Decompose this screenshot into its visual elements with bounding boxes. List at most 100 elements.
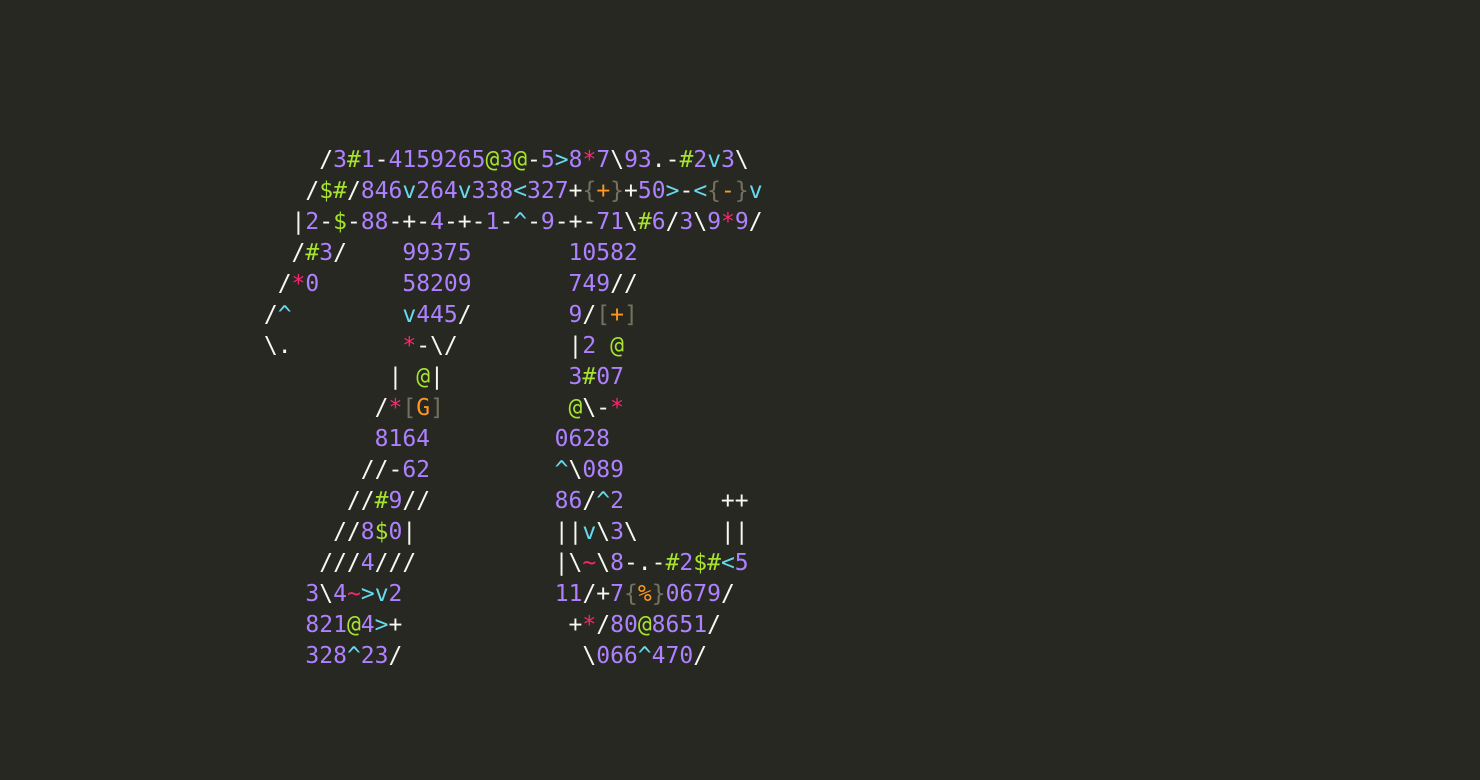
art-segment: \ (610, 147, 625, 173)
art-segment: | (568, 333, 583, 359)
art-segment: 9 (734, 209, 749, 235)
art-segment: 93 (624, 147, 652, 173)
art-segment: // (250, 519, 361, 545)
art-segment: ~ (346, 581, 361, 607)
art-segment: / (748, 209, 763, 235)
art-segment: + (402, 612, 583, 638)
art-segment: /// (250, 550, 361, 576)
art-segment: [ (402, 395, 417, 421)
art-segment: ] (623, 302, 638, 328)
art-segment: @ (513, 147, 528, 173)
art-segment: - (374, 147, 389, 173)
art-segment: 8 (610, 550, 624, 576)
art-segment: / (250, 178, 320, 204)
art-line: /3#1-4159265@3@-5>8*7\93.-#2v3\ (250, 145, 763, 176)
art-segment: -+- (388, 209, 431, 235)
art-segment: # (374, 488, 389, 514)
art-segment: - (721, 178, 735, 204)
art-segment: ^ (554, 457, 569, 483)
art-segment: 3 (721, 147, 735, 173)
art-segment: - (499, 209, 514, 235)
art-segment: 3 (319, 240, 334, 266)
art-segment: * (582, 612, 597, 638)
art-segment: v (582, 519, 597, 545)
art-segment: | (388, 364, 417, 390)
art-segment: * (610, 395, 624, 421)
art-segment: \ (319, 581, 334, 607)
art-segment: -.- (623, 550, 666, 576)
art-segment: 0 (305, 271, 320, 297)
art-segment: { (707, 178, 722, 204)
art-segment: > (554, 147, 569, 173)
art-segment: 80 (610, 612, 638, 638)
art-segment: 470 (651, 643, 694, 669)
art-line: /*[G] @\-* (250, 393, 763, 424)
art-line: //#9// 86/^2 ++ (250, 486, 763, 517)
art-segment: 846 (360, 178, 403, 204)
art-segment: 11 (554, 581, 583, 607)
art-segment: 0628 (554, 426, 611, 452)
art-segment: // (250, 488, 375, 514)
art-segment: 99375 (402, 240, 472, 266)
art-segment: 8 (568, 147, 583, 173)
art-segment: 9 (568, 302, 583, 328)
art-segment: 338 (471, 178, 514, 204)
art-segment: -\/ (416, 333, 458, 359)
art-segment: 821 (305, 612, 347, 638)
art-line: //8$0| ||v\3\ || (250, 517, 763, 548)
art-line: /#3/ 99375 10582 (250, 238, 763, 269)
art-segment: ^ (596, 488, 611, 514)
art-segment: ~ (582, 550, 597, 576)
art-segment: # (305, 240, 320, 266)
art-segment: 4 (333, 581, 347, 607)
art-segment: 2 (610, 488, 624, 514)
art-segment: 88 (360, 209, 389, 235)
art-segment: ^ (513, 209, 528, 235)
art-segment: @ (637, 612, 652, 638)
art-segment: / (250, 271, 292, 297)
art-segment (430, 457, 555, 483)
art-segment: 0 (388, 519, 403, 545)
art-segment: 2 (679, 550, 694, 576)
art-segment (416, 550, 554, 576)
art-segment: < (693, 178, 708, 204)
art-segment: v (402, 178, 417, 204)
art-segment: 264 (416, 178, 458, 204)
art-segment: 2 (693, 147, 708, 173)
art-segment: \ (568, 457, 583, 483)
art-segment: + (596, 178, 611, 204)
art-line: 8164 0628 (250, 424, 763, 455)
art-segment: # (637, 209, 652, 235)
art-segment: - (527, 209, 541, 235)
art-segment: @ (485, 147, 500, 173)
art-segment: / (346, 178, 361, 204)
art-segment: / (582, 488, 597, 514)
art-segment: \. (250, 333, 292, 359)
art-segment: \ (596, 519, 611, 545)
art-segment: / (388, 643, 403, 669)
art-line: 3\4~>v2 11/+7{%}0679/ (250, 579, 763, 610)
art-segment: * (582, 147, 597, 173)
art-segment: 7 (596, 147, 611, 173)
art-segment: 71 (596, 209, 625, 235)
art-segment: 445 (416, 302, 458, 328)
art-segment: - (527, 147, 541, 173)
art-segment: } (651, 581, 666, 607)
art-segment (596, 333, 610, 359)
art-segment: ^ (277, 302, 292, 328)
art-segment: - (679, 178, 694, 204)
art-segment: || (554, 519, 583, 545)
art-segment: 3 (499, 147, 514, 173)
art-segment: * (721, 209, 735, 235)
art-segment (319, 271, 402, 297)
art-segment (250, 581, 305, 607)
art-segment: v (402, 302, 417, 328)
art-segment: 4 (430, 209, 444, 235)
art-segment: # (665, 550, 680, 576)
art-segment: % (637, 581, 652, 607)
art-line: | @| 3#07 (250, 362, 763, 393)
art-segment: { (624, 581, 638, 607)
art-segment: 3 (610, 519, 624, 545)
art-segment: $ (319, 178, 334, 204)
art-segment: 9 (707, 209, 722, 235)
